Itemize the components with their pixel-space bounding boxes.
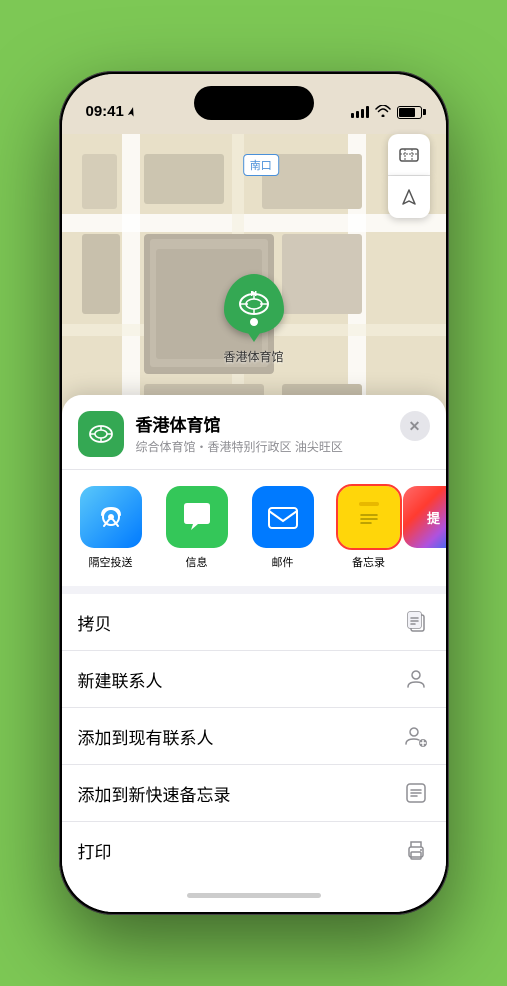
map-type-button[interactable] [388, 134, 430, 176]
mail-icon [252, 486, 314, 548]
share-item-notes[interactable]: 备忘录 [328, 486, 410, 570]
venue-name: 香港体育馆 [136, 411, 388, 436]
more-label-text: 提 [427, 508, 440, 527]
home-bar [187, 893, 321, 898]
venue-subtitle: 综合体育馆・香港特别行政区 油尖旺区 [136, 438, 388, 455]
bottom-sheet: 香港体育馆 综合体育馆・香港特别行政区 油尖旺区 ✕ [62, 395, 446, 912]
notes-icon [338, 486, 400, 548]
signal-icon [351, 106, 369, 118]
new-contact-label: 新建联系人 [78, 667, 163, 692]
venue-icon [78, 411, 124, 457]
mail-label: 邮件 [272, 554, 294, 570]
location-button[interactable] [388, 176, 430, 218]
time-display: 09:41 [86, 103, 124, 120]
action-item-add-contact[interactable]: 添加到现有联系人 [62, 708, 446, 765]
location-icon [400, 188, 418, 206]
share-item-mail[interactable]: 邮件 [242, 486, 324, 570]
location-arrow-icon [127, 106, 137, 118]
messages-label: 信息 [186, 554, 208, 570]
marker-pin [223, 274, 283, 334]
share-row: 隔空投送 信息 [62, 470, 446, 594]
close-button[interactable]: ✕ [400, 411, 430, 441]
airdrop-icon [80, 486, 142, 548]
home-indicator [62, 878, 446, 912]
venue-header: 香港体育馆 综合体育馆・香港特别行政区 油尖旺区 ✕ [62, 395, 446, 470]
notes-label: 备忘录 [352, 554, 385, 570]
new-contact-icon [402, 665, 430, 693]
status-icons [351, 104, 422, 120]
dynamic-island [194, 86, 314, 120]
add-contact-label: 添加到现有联系人 [78, 724, 214, 749]
wifi-icon [375, 104, 391, 120]
mail-svg [265, 499, 301, 535]
add-contact-icon [402, 722, 430, 750]
stadium-icon [235, 286, 271, 322]
copy-label: 拷贝 [78, 610, 112, 635]
share-item-more[interactable]: 提 [414, 486, 446, 570]
action-list: 拷贝 新建联系人 [62, 594, 446, 878]
more-icon: 提 [403, 486, 446, 548]
copy-icon [402, 608, 430, 636]
south-entrance-label: 南口 [243, 154, 279, 176]
phone-screen: 09:41 [62, 74, 446, 912]
marker-dot [249, 318, 257, 326]
action-item-quick-note[interactable]: 添加到新快速备忘录 [62, 765, 446, 822]
airdrop-svg [94, 500, 128, 534]
airdrop-label: 隔空投送 [89, 554, 133, 570]
print-icon [402, 836, 430, 864]
messages-icon [166, 486, 228, 548]
quick-note-icon [402, 779, 430, 807]
share-item-messages[interactable]: 信息 [156, 486, 238, 570]
action-item-print[interactable]: 打印 [62, 822, 446, 878]
stadium-marker: 香港体育馆 [223, 274, 283, 365]
action-item-new-contact[interactable]: 新建联系人 [62, 651, 446, 708]
messages-svg [179, 499, 215, 535]
share-item-airdrop[interactable]: 隔空投送 [70, 486, 152, 570]
venue-icon-svg [86, 419, 116, 449]
print-label: 打印 [78, 838, 112, 863]
quick-note-label: 添加到新快速备忘录 [78, 781, 231, 806]
battery-icon [397, 106, 422, 119]
status-time: 09:41 [86, 103, 137, 120]
marker-label: 香港体育馆 [223, 348, 283, 365]
venue-info: 香港体育馆 综合体育馆・香港特别行政区 油尖旺区 [136, 411, 388, 455]
map-type-icon [399, 145, 419, 165]
map-controls [388, 134, 430, 218]
notes-svg [351, 499, 387, 535]
action-item-copy[interactable]: 拷贝 [62, 594, 446, 651]
phone-frame: 09:41 [59, 71, 449, 915]
